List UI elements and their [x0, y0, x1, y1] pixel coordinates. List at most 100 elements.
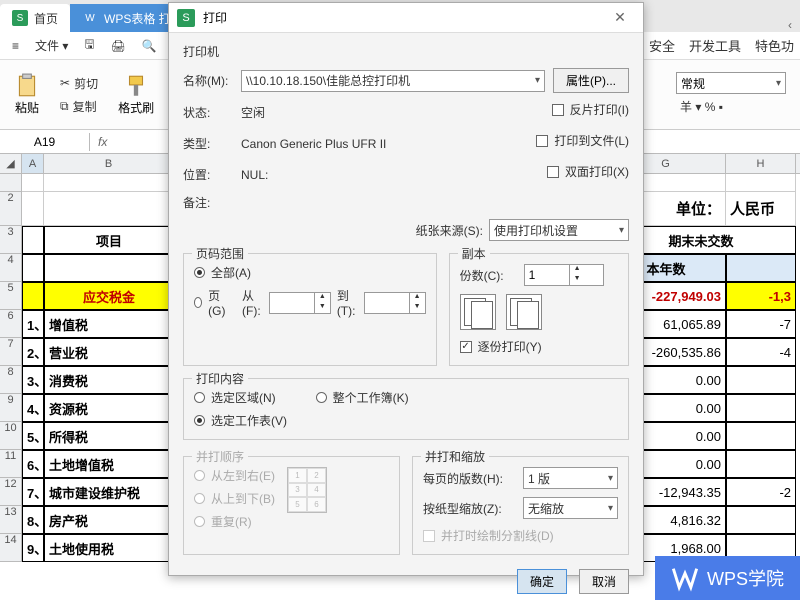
copy-button[interactable]: ⧉ 复制 [56, 96, 102, 117]
row-num[interactable]: 7、 [22, 478, 44, 506]
row-value-h[interactable]: -4 [726, 338, 796, 366]
row-header[interactable]: 3 [0, 226, 22, 254]
row-num[interactable]: 5、 [22, 422, 44, 450]
print-to-file-checkbox[interactable]: 打印到文件(L) [536, 132, 629, 149]
fx-icon[interactable]: fx [90, 135, 115, 149]
reverse-print-checkbox[interactable]: 反片打印(I) [552, 101, 629, 118]
toolbar-save-icon[interactable]: 🖫 [78, 33, 100, 58]
col-header-H[interactable]: H [726, 154, 796, 173]
paper-source-combo[interactable]: 使用打印机设置 ▾ [489, 219, 629, 241]
printer-name-combo[interactable]: \\10.10.18.150\佳能总控打印机 ▾ [241, 70, 545, 92]
row-label[interactable]: 城市建设维护税 [44, 478, 174, 506]
collate-checkbox[interactable]: ✓ 逐份打印(Y) [460, 338, 618, 355]
row-label[interactable]: 营业税 [44, 338, 174, 366]
row-label[interactable]: 土地使用税 [44, 534, 174, 562]
range-pages-radio[interactable]: 页(G) 从(F): ▲▼ 到(T): ▲▼ [194, 287, 426, 318]
cell[interactable] [22, 226, 44, 254]
status-value: 空闲 [241, 104, 265, 121]
close-button[interactable]: ✕ [605, 9, 635, 26]
ribbon-tab-security[interactable]: 安全 [649, 36, 675, 55]
h5[interactable]: -1,3 [726, 282, 796, 310]
row-header[interactable]: 6 [0, 310, 22, 338]
menu-hamburger-icon[interactable]: ≡ [6, 37, 25, 55]
row-header[interactable]: 9 [0, 394, 22, 422]
row-header[interactable]: 8 [0, 366, 22, 394]
row-num[interactable]: 6、 [22, 450, 44, 478]
copies-spinner[interactable]: ▲▼ [524, 264, 604, 286]
row-label[interactable]: 消费税 [44, 366, 174, 394]
row-header[interactable]: 4 [0, 254, 22, 282]
pages-per-combo[interactable]: 1 版▾ [523, 467, 618, 489]
row-value-h[interactable]: -2 [726, 478, 796, 506]
select-all-corner[interactable]: ◢ [0, 154, 22, 173]
format-painter-button[interactable]: 格式刷 [110, 73, 162, 116]
row-label[interactable]: 土地增值税 [44, 450, 174, 478]
cell[interactable] [726, 174, 796, 192]
cell-reference[interactable]: A19 [0, 133, 90, 151]
project-header[interactable]: 项目 [44, 226, 174, 254]
content-area-radio[interactable]: 选定区域(N) [194, 389, 276, 406]
cell[interactable] [22, 174, 44, 192]
row-label[interactable]: 资源税 [44, 394, 174, 422]
row-header[interactable]: 12 [0, 478, 22, 506]
cell[interactable] [726, 254, 796, 282]
highlight-label[interactable]: 应交税金 [44, 282, 174, 310]
fit-combo[interactable]: 无缩放▾ [523, 497, 618, 519]
row-num[interactable]: 3、 [22, 366, 44, 394]
row-header[interactable] [0, 174, 22, 192]
menu-file[interactable]: 文件 ▾ [29, 35, 74, 56]
row-header[interactable]: 10 [0, 422, 22, 450]
row-label[interactable]: 增值税 [44, 310, 174, 338]
row-value-h[interactable] [726, 366, 796, 394]
tab-home[interactable]: S 首页 [0, 4, 70, 32]
to-spinner[interactable]: ▲▼ [364, 292, 426, 314]
chevron-left-icon[interactable]: ‹ [780, 18, 800, 32]
row-value-h[interactable] [726, 394, 796, 422]
row-num[interactable]: 4、 [22, 394, 44, 422]
currency-buttons[interactable]: 羊 ▾ % ▪ [676, 96, 727, 117]
row-num[interactable]: 2、 [22, 338, 44, 366]
properties-button[interactable]: 属性(P)... [553, 68, 629, 93]
row-num[interactable]: 8、 [22, 506, 44, 534]
checkbox-icon [536, 135, 548, 147]
row-header[interactable]: 14 [0, 534, 22, 562]
duplex-checkbox[interactable]: 双面打印(X) [547, 163, 629, 180]
from-spinner[interactable]: ▲▼ [269, 292, 331, 314]
cell[interactable] [44, 254, 174, 282]
number-format-value: 常规 [681, 75, 705, 92]
row-header[interactable]: 13 [0, 506, 22, 534]
row-value-h[interactable] [726, 422, 796, 450]
toolbar-preview-icon[interactable]: 🔍 [136, 37, 163, 55]
cell[interactable] [22, 254, 44, 282]
range-all-radio[interactable]: 全部(A) [194, 264, 426, 281]
row-header[interactable]: 5 [0, 282, 22, 310]
row-value-h[interactable] [726, 506, 796, 534]
row-header[interactable]: 2 [0, 192, 22, 226]
paste-label: 粘贴 [15, 99, 39, 116]
unit-value[interactable]: 人民币 [726, 192, 796, 226]
row-value-h[interactable]: -7 [726, 310, 796, 338]
row-label[interactable]: 房产税 [44, 506, 174, 534]
cut-button[interactable]: ✂ 剪切 [56, 73, 102, 94]
content-workbook-radio[interactable]: 整个工作簿(K) [316, 389, 409, 406]
row-label[interactable]: 所得税 [44, 422, 174, 450]
ribbon-tab-special[interactable]: 特色功 [755, 36, 794, 55]
cancel-button[interactable]: 取消 [579, 569, 629, 594]
cell[interactable] [22, 282, 44, 310]
ribbon-tab-developer[interactable]: 开发工具 [689, 36, 741, 55]
print-dialog: S 打印 ✕ 打印机 名称(M): \\10.10.18.150\佳能总控打印机… [168, 2, 644, 576]
content-sheets-radio[interactable]: 选定工作表(V) [194, 412, 618, 429]
printer-section-label: 打印机 [183, 43, 629, 60]
number-format-combo[interactable]: 常规 ▾ [676, 72, 786, 94]
col-header-B[interactable]: B [44, 154, 174, 173]
cell[interactable] [22, 192, 44, 226]
col-header-A[interactable]: A [22, 154, 44, 173]
row-header[interactable]: 11 [0, 450, 22, 478]
row-header[interactable]: 7 [0, 338, 22, 366]
ok-button[interactable]: 确定 [517, 569, 567, 594]
toolbar-print-icon[interactable]: 🖨 [105, 37, 132, 55]
row-num[interactable]: 9、 [22, 534, 44, 562]
row-num[interactable]: 1、 [22, 310, 44, 338]
row-value-h[interactable] [726, 450, 796, 478]
paste-button[interactable]: 粘贴 [6, 73, 48, 116]
